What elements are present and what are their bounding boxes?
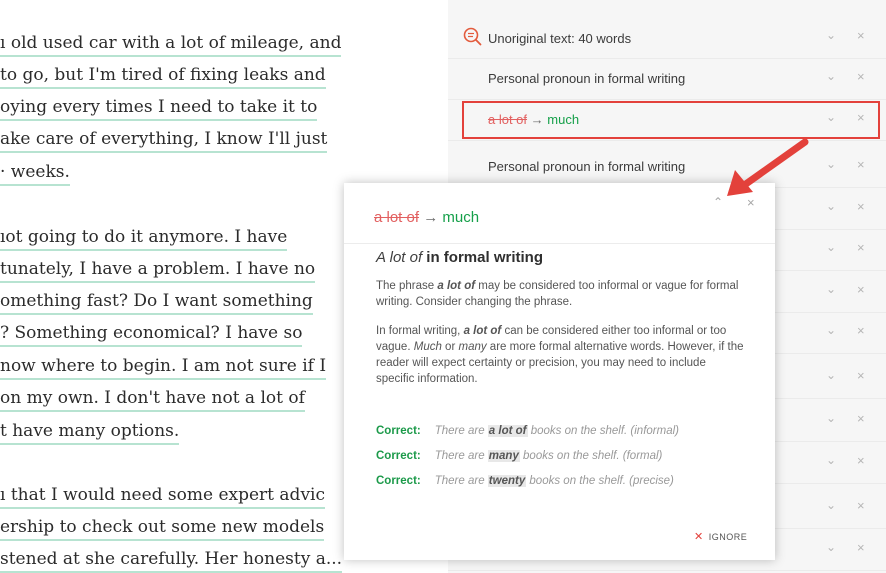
suggestion-card-unoriginal[interactable]: Unoriginal text: 40 words ⌄ × bbox=[448, 18, 886, 59]
chevron-down-icon[interactable]: ⌄ bbox=[826, 368, 836, 382]
doc-line: on my own. I don't have not a lot of bbox=[0, 387, 305, 412]
card-label: Unoriginal text: 40 words bbox=[488, 31, 632, 46]
chevron-down-icon[interactable]: ⌄ bbox=[826, 157, 836, 171]
search-icon bbox=[463, 27, 482, 46]
popup-correction-header: a lot of → much bbox=[374, 209, 479, 226]
pointer-arrow-icon bbox=[727, 138, 809, 196]
arrow-right-icon: → bbox=[423, 209, 439, 226]
close-icon[interactable]: × bbox=[857, 28, 865, 43]
doc-line: · weeks. bbox=[0, 161, 70, 186]
close-icon[interactable]: × bbox=[857, 69, 865, 84]
close-icon[interactable]: × bbox=[857, 323, 865, 338]
doc-line: ? Something economical? I have so bbox=[0, 322, 303, 347]
doc-line: ı old used car with a lot of mileage, an… bbox=[0, 32, 342, 57]
doc-line: to go, but I'm tired of fixing leaks and bbox=[0, 64, 326, 89]
close-icon[interactable]: × bbox=[857, 540, 865, 555]
card-label: Personal pronoun in formal writing bbox=[488, 71, 686, 86]
chevron-down-icon[interactable]: ⌄ bbox=[826, 240, 836, 254]
title-rest: in formal writing bbox=[422, 249, 543, 266]
close-icon[interactable]: × bbox=[857, 368, 865, 383]
close-icon: ✕ bbox=[694, 531, 704, 543]
chevron-down-icon[interactable]: ⌄ bbox=[826, 28, 836, 42]
doc-line: ıot going to do it anymore. I have bbox=[0, 226, 288, 251]
close-icon[interactable]: × bbox=[857, 411, 865, 426]
suggestion-card-personal-pronoun[interactable]: Personal pronoun in formal writing ⌄ × bbox=[448, 59, 886, 100]
explanation-paragraph-2: In formal writing, a lot of can be consi… bbox=[376, 325, 744, 385]
doc-line: oying every times I need to take it to bbox=[0, 96, 318, 121]
explanation-paragraph-1: The phrase a lot of may be considered to… bbox=[376, 280, 739, 308]
doc-line: ership to check out some new models bbox=[0, 516, 325, 541]
close-icon[interactable]: × bbox=[857, 199, 865, 214]
chevron-down-icon[interactable]: ⌄ bbox=[826, 540, 836, 554]
document-text: ı old used car with a lot of mileage, an… bbox=[0, 0, 350, 573]
chevron-down-icon[interactable]: ⌄ bbox=[826, 411, 836, 425]
example-row: Correct: There are a lot of books on the … bbox=[376, 425, 679, 437]
close-icon[interactable]: × bbox=[857, 240, 865, 255]
doc-line: ı that I would need some expert advic bbox=[0, 484, 326, 509]
doc-line: stened at she carefully. Her honesty a..… bbox=[0, 548, 343, 573]
divider bbox=[344, 243, 775, 244]
selected-suggestion-highlight bbox=[462, 101, 880, 139]
replacement-word[interactable]: much bbox=[442, 209, 479, 226]
close-icon[interactable]: × bbox=[857, 157, 865, 172]
example-row: Correct: There are many books on the shel… bbox=[376, 450, 663, 462]
chevron-down-icon[interactable]: ⌄ bbox=[826, 282, 836, 296]
doc-line: omething fast? Do I want something bbox=[0, 290, 313, 315]
chevron-down-icon[interactable]: ⌄ bbox=[826, 453, 836, 467]
chevron-down-icon[interactable]: ⌄ bbox=[826, 323, 836, 337]
example-row: Correct: There are twenty books on the sh… bbox=[376, 475, 674, 487]
chevron-down-icon[interactable]: ⌄ bbox=[826, 498, 836, 512]
close-icon[interactable]: × bbox=[857, 453, 865, 468]
suggestion-card-personal-pronoun[interactable]: Personal pronoun in formal writing ⌄ × bbox=[448, 147, 886, 188]
doc-line: ake care of everything, I know I'll just bbox=[0, 128, 328, 153]
close-icon[interactable]: × bbox=[857, 498, 865, 513]
popup-title: A lot of in formal writing bbox=[376, 249, 543, 266]
doc-line: tunately, I have a problem. I have no bbox=[0, 258, 316, 283]
chevron-down-icon[interactable]: ⌄ bbox=[826, 69, 836, 83]
suggestion-detail-popup: a lot of → much ⌃ × A lot of in formal w… bbox=[344, 183, 775, 560]
struck-phrase: a lot of bbox=[374, 209, 420, 226]
title-phrase: A lot of bbox=[376, 249, 423, 266]
close-icon[interactable]: × bbox=[857, 282, 865, 297]
doc-line: now where to begin. I am not sure if I bbox=[0, 355, 327, 380]
card-label: Personal pronoun in formal writing bbox=[488, 159, 686, 174]
chevron-down-icon[interactable]: ⌄ bbox=[826, 199, 836, 213]
doc-line: t have many options. bbox=[0, 420, 180, 445]
ignore-button[interactable]: ✕ IGNORE bbox=[694, 530, 747, 543]
